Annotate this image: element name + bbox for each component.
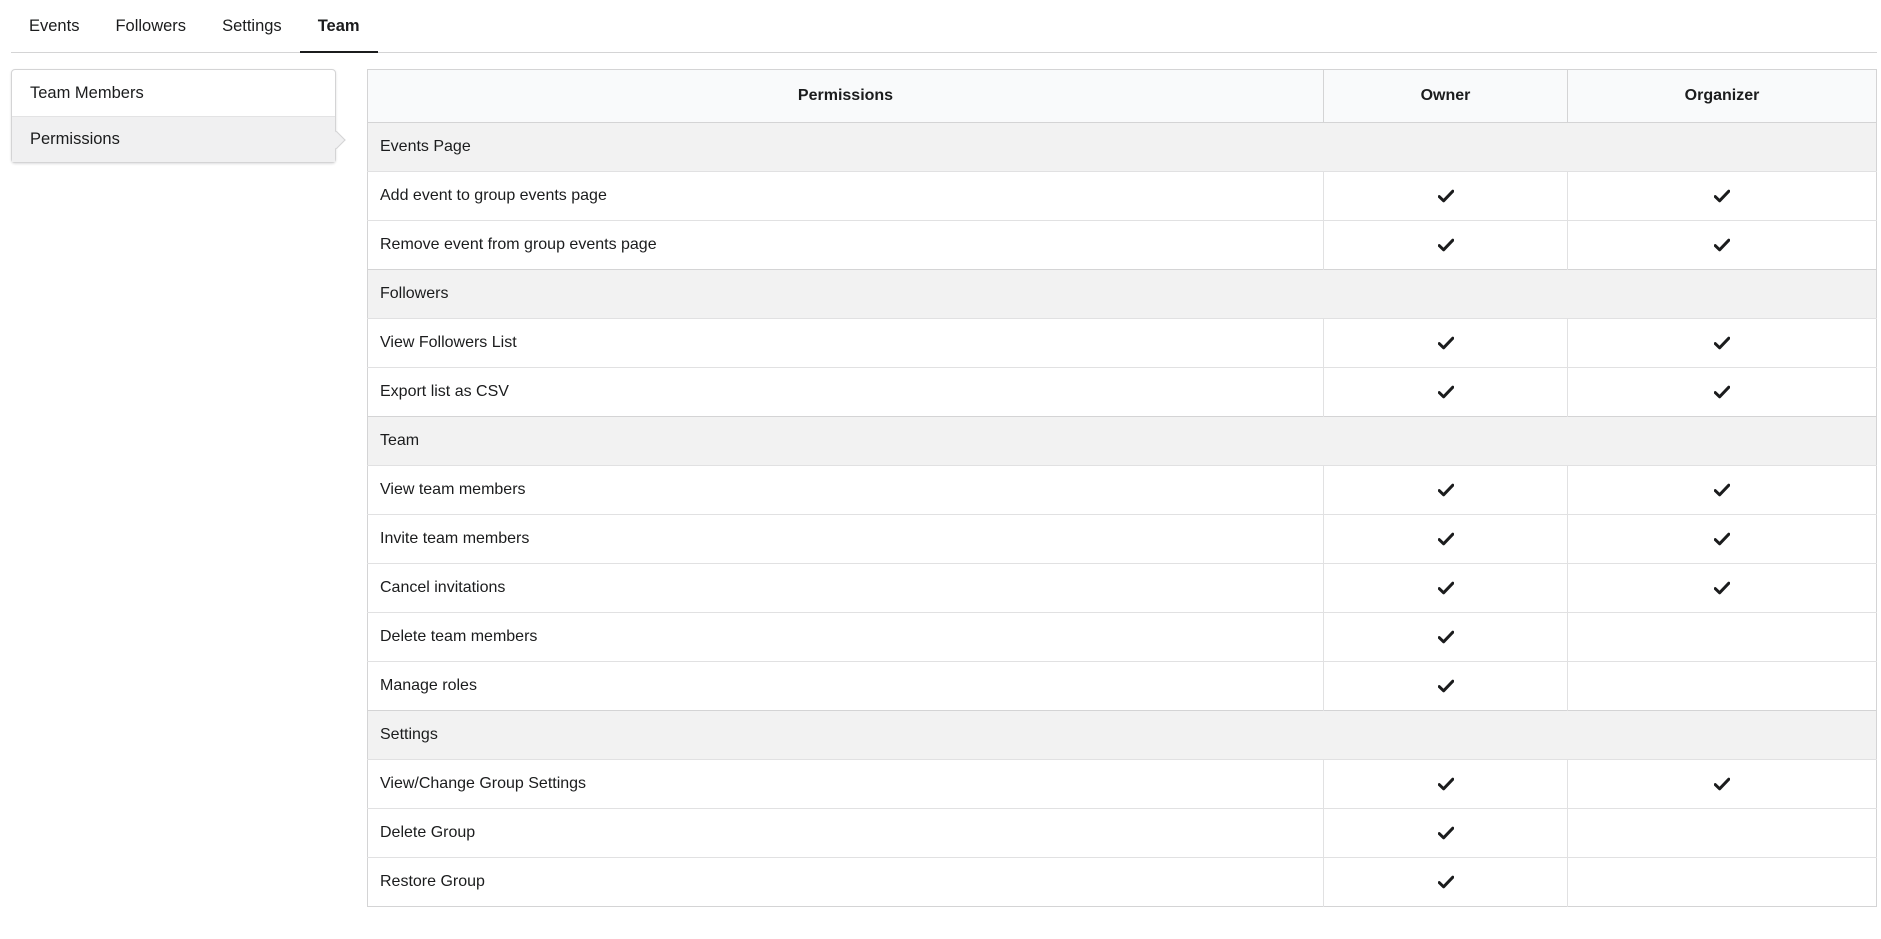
checkmark-icon: [1437, 189, 1454, 203]
organizer-permission-cell: [1567, 612, 1877, 662]
checkmark-icon: [1714, 483, 1730, 497]
checkmark-icon: [1437, 630, 1454, 644]
tab-events[interactable]: Events: [11, 1, 97, 53]
owner-permission-cell: [1323, 661, 1568, 711]
side-menu-item-team-members[interactable]: Team Members: [12, 70, 335, 116]
owner-permission-cell: [1323, 367, 1568, 417]
checkmark-icon: [1714, 189, 1730, 203]
owner-permission-cell: [1323, 759, 1568, 809]
tab-team[interactable]: Team: [299, 1, 378, 53]
table-header-row: Permissions Owner Organizer: [367, 69, 1877, 123]
checkmark-icon: [1437, 385, 1454, 399]
section-label: Team: [367, 416, 1877, 466]
header-permissions: Permissions: [367, 69, 1324, 123]
permission-label: Export list as CSV: [367, 367, 1324, 417]
side-menu-item-permissions[interactable]: Permissions: [12, 116, 346, 162]
header-organizer: Organizer: [1567, 69, 1877, 123]
organizer-permission-cell: [1567, 367, 1877, 417]
organizer-permission-cell: [1567, 808, 1877, 858]
owner-permission-cell: [1323, 857, 1568, 907]
owner-permission-cell: [1323, 808, 1568, 858]
table-row: Remove event from group events page: [367, 220, 1877, 270]
section-label: Followers: [367, 269, 1877, 319]
section-row: Settings: [367, 710, 1877, 760]
organizer-permission-cell: [1567, 318, 1877, 368]
permission-label: Delete team members: [367, 612, 1324, 662]
owner-permission-cell: [1323, 612, 1568, 662]
owner-permission-cell: [1323, 171, 1568, 221]
permissions-table-body: Events Page Add event to group events pag…: [367, 122, 1877, 907]
permission-label: Restore Group: [367, 857, 1324, 907]
permission-label: View team members: [367, 465, 1324, 515]
checkmark-icon: [1714, 581, 1730, 595]
table-row: Export list as CSV: [367, 367, 1877, 417]
section-row: Team: [367, 416, 1877, 466]
table-row: Delete Group: [367, 808, 1877, 858]
header-owner: Owner: [1323, 69, 1568, 123]
table-row: Restore Group: [367, 857, 1877, 907]
checkmark-icon: [1714, 238, 1730, 252]
table-row: Delete team members: [367, 612, 1877, 662]
permission-label: Add event to group events page: [367, 171, 1324, 221]
table-row: View team members: [367, 465, 1877, 515]
checkmark-icon: [1437, 777, 1454, 791]
checkmark-icon: [1437, 238, 1454, 252]
owner-permission-cell: [1323, 318, 1568, 368]
tab-followers[interactable]: Followers: [97, 1, 204, 53]
owner-permission-cell: [1323, 563, 1568, 613]
owner-permission-cell: [1323, 514, 1568, 564]
table-row: Manage roles: [367, 661, 1877, 711]
permissions-table: Permissions Owner Organizer Events Page A…: [367, 69, 1877, 907]
permission-label: View/Change Group Settings: [367, 759, 1324, 809]
checkmark-icon: [1437, 483, 1454, 497]
checkmark-icon: [1437, 532, 1454, 546]
table-row: View Followers List: [367, 318, 1877, 368]
permission-label: Remove event from group events page: [367, 220, 1324, 270]
organizer-permission-cell: [1567, 563, 1877, 613]
table-row: Invite team members: [367, 514, 1877, 564]
checkmark-icon: [1714, 777, 1730, 791]
table-row: Add event to group events page: [367, 171, 1877, 221]
permission-label: Manage roles: [367, 661, 1324, 711]
checkmark-icon: [1714, 336, 1730, 350]
organizer-permission-cell: [1567, 661, 1877, 711]
organizer-permission-cell: [1567, 514, 1877, 564]
permission-label: Cancel invitations: [367, 563, 1324, 613]
permission-label: Invite team members: [367, 514, 1324, 564]
section-row: Events Page: [367, 122, 1877, 172]
checkmark-icon: [1437, 875, 1454, 889]
section-row: Followers: [367, 269, 1877, 319]
checkmark-icon: [1714, 532, 1730, 546]
section-label: Events Page: [367, 122, 1877, 172]
table-row: View/Change Group Settings: [367, 759, 1877, 809]
table-row: Cancel invitations: [367, 563, 1877, 613]
permission-label: Delete Group: [367, 808, 1324, 858]
organizer-permission-cell: [1567, 171, 1877, 221]
permissions-table-container: Permissions Owner Organizer Events Page A…: [367, 69, 1877, 907]
checkmark-icon: [1437, 336, 1454, 350]
section-label: Settings: [367, 710, 1877, 760]
owner-permission-cell: [1323, 220, 1568, 270]
team-side-menu: Team Members Permissions: [11, 69, 346, 163]
permission-label: View Followers List: [367, 318, 1324, 368]
owner-permission-cell: [1323, 465, 1568, 515]
active-pointer-arrow: [327, 130, 346, 149]
checkmark-icon: [1437, 581, 1454, 595]
organizer-permission-cell: [1567, 465, 1877, 515]
checkmark-icon: [1714, 385, 1730, 399]
organizer-permission-cell: [1567, 857, 1877, 907]
organizer-permission-cell: [1567, 759, 1877, 809]
tab-settings[interactable]: Settings: [204, 1, 300, 53]
side-menu-item-label: Permissions: [30, 130, 120, 148]
top-tab-bar: Events Followers Settings Team: [11, 0, 1877, 53]
checkmark-icon: [1437, 679, 1454, 693]
organizer-permission-cell: [1567, 220, 1877, 270]
side-menu-item-label: Team Members: [30, 83, 144, 102]
checkmark-icon: [1437, 826, 1454, 840]
